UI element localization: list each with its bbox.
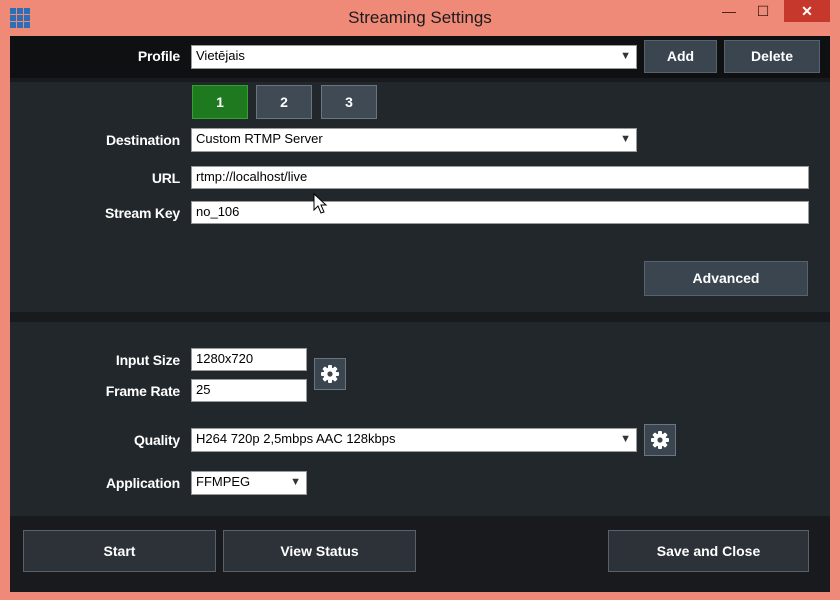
destination-section: 1 2 3 Destination Custom RTMP Server ▼ U… <box>10 82 830 312</box>
window-client: Profile Vietējais ▼ Add Delete 1 2 3 Des… <box>10 36 830 592</box>
encoding-section: Input Size 1280x720 Frame Rate 25 Qualit… <box>10 322 830 516</box>
save-and-close-button[interactable]: Save and Close <box>608 530 809 572</box>
delete-profile-button[interactable]: Delete <box>724 40 820 73</box>
quality-select[interactable]: H264 720p 2,5mbps AAC 128kbps ▼ <box>191 428 637 452</box>
profile-value: Vietējais <box>196 48 245 63</box>
mouse-cursor-icon <box>313 193 328 214</box>
url-label: URL <box>151 170 180 186</box>
input-size-label: Input Size <box>115 352 180 368</box>
application-value: FFMPEG <box>196 474 251 489</box>
quality-label: Quality <box>133 432 180 448</box>
url-input[interactable]: rtmp://localhost/live <box>191 166 809 189</box>
close-button[interactable]: ✕ <box>784 0 830 22</box>
video-settings-gear-button[interactable] <box>314 358 346 390</box>
tab-3[interactable]: 3 <box>321 85 377 119</box>
frame-rate-label: Frame Rate <box>105 383 180 399</box>
stream-key-label: Stream Key <box>104 205 180 221</box>
stream-key-input[interactable]: no_106 <box>191 201 809 224</box>
advanced-button[interactable]: Advanced <box>644 261 808 296</box>
chevron-down-icon: ▼ <box>620 50 631 62</box>
profile-select[interactable]: Vietējais ▼ <box>191 45 637 69</box>
profile-label: Profile <box>137 48 180 64</box>
input-size-input[interactable]: 1280x720 <box>191 348 307 371</box>
chevron-down-icon: ▼ <box>620 433 631 445</box>
maximize-button[interactable]: ☐ <box>750 0 776 22</box>
quality-value: H264 720p 2,5mbps AAC 128kbps <box>196 431 396 446</box>
window-title: Streaming Settings <box>348 8 492 27</box>
minimize-button[interactable]: — <box>716 0 742 22</box>
chevron-down-icon: ▼ <box>620 133 631 145</box>
application-label: Application <box>105 475 180 491</box>
quality-settings-gear-button[interactable] <box>644 424 676 456</box>
application-select[interactable]: FFMPEG ▼ <box>191 471 307 495</box>
title-bar: Streaming Settings — ☐ ✕ <box>0 0 840 36</box>
gear-icon <box>651 431 669 449</box>
destination-label: Destination <box>105 132 180 148</box>
add-profile-button[interactable]: Add <box>644 40 717 73</box>
view-status-button[interactable]: View Status <box>223 530 416 572</box>
destination-select[interactable]: Custom RTMP Server ▼ <box>191 128 637 152</box>
destination-value: Custom RTMP Server <box>196 131 323 146</box>
gear-icon <box>321 365 339 383</box>
chevron-down-icon: ▼ <box>290 476 301 488</box>
start-button[interactable]: Start <box>23 530 216 572</box>
profile-section: Profile Vietējais ▼ Add Delete <box>10 36 830 78</box>
tab-1[interactable]: 1 <box>192 85 248 119</box>
frame-rate-input[interactable]: 25 <box>191 379 307 402</box>
tab-2[interactable]: 2 <box>256 85 312 119</box>
